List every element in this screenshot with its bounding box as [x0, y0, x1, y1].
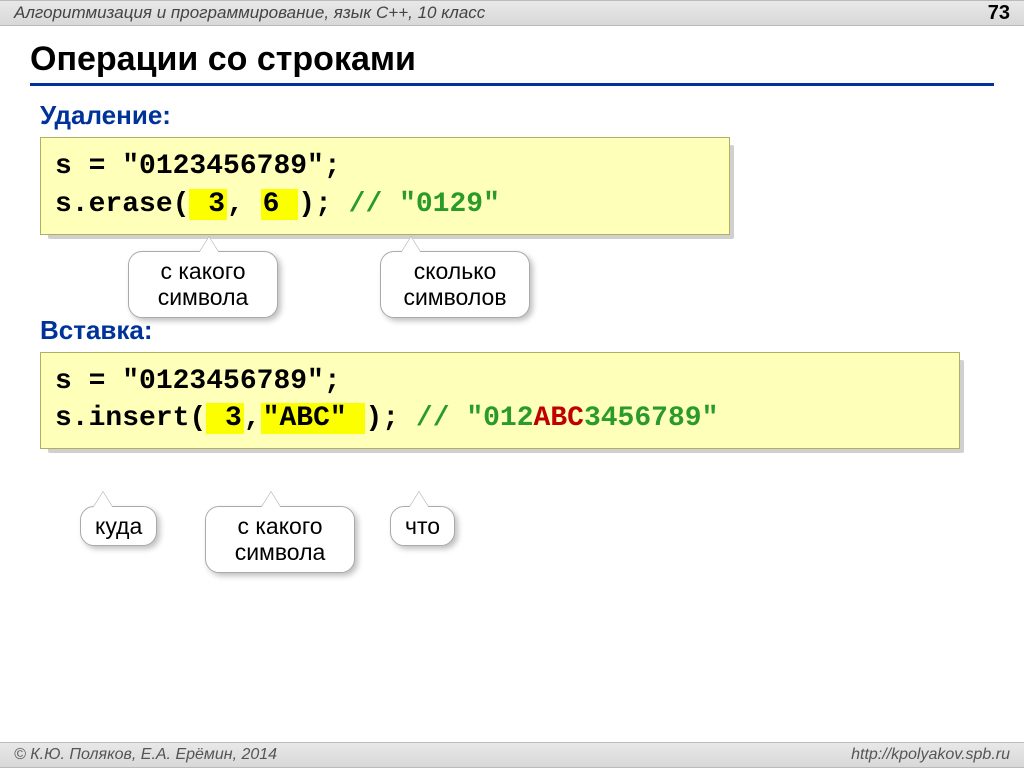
code-text: , [244, 403, 261, 434]
page-title: Операции со строками [30, 40, 994, 86]
callout-text: сколько символов [403, 258, 506, 310]
comment-part: // "012 [416, 403, 534, 434]
callout-from-which-char2: с какого символа [205, 506, 355, 573]
callout-text: куда [95, 513, 142, 539]
code-text: ; [324, 151, 341, 182]
codebox1-wrap: s = "0123456789"; s.erase( 3, 6 ); // "0… [40, 137, 730, 235]
code-text: s.insert( [55, 403, 206, 434]
comment-part: 3456789" [584, 403, 718, 434]
code-comment: // "0129" [349, 189, 500, 220]
callout-text: с какого символа [235, 513, 326, 565]
code-text: ); [365, 403, 415, 434]
subject-title: Алгоритмизация и программирование, язык … [14, 3, 485, 23]
code-text: s = [55, 151, 122, 182]
code-text: , [227, 189, 261, 220]
section1-label: Удаление: [40, 100, 994, 131]
footer-right: http://kpolyakov.spb.ru [851, 746, 1010, 764]
codebox2: s = "0123456789"; s.insert( 3,"ABC" ); /… [40, 352, 960, 450]
comment-red: ABC [534, 403, 584, 434]
callout-text: что [405, 513, 440, 539]
string-literal: "0123456789" [122, 366, 324, 397]
footer-left: © К.Ю. Поляков, Е.А. Ерёмин, 2014 [14, 746, 277, 764]
callout-what: что [390, 506, 455, 546]
page-number: 73 [988, 2, 1010, 25]
header-bar: Алгоритмизация и программирование, язык … [0, 0, 1024, 26]
code-text: ); [298, 189, 348, 220]
code-text: s.erase( [55, 189, 189, 220]
code1-line1: s = "0123456789"; [55, 148, 715, 186]
code1-line2: s.erase( 3, 6 ); // "0129" [55, 186, 715, 224]
codebox1: s = "0123456789"; s.erase( 3, 6 ); // "0… [40, 137, 730, 235]
code-comment: // "012ABC3456789" [416, 403, 718, 434]
callout-where: куда [80, 506, 157, 546]
highlight-arg2: "ABC" [261, 403, 366, 434]
callout-from-which-char: с какого символа [128, 251, 278, 318]
highlight-arg2: 6 [261, 189, 299, 220]
slide-content: Операции со строками Удаление: s = "0123… [0, 26, 1024, 449]
callout-how-many-chars: сколько символов [380, 251, 530, 318]
footer-bar: © К.Ю. Поляков, Е.А. Ерёмин, 2014 http:/… [0, 742, 1024, 768]
code2-line1: s = "0123456789"; [55, 363, 945, 401]
code-text: s = [55, 366, 122, 397]
code2-line2: s.insert( 3,"ABC" ); // "012ABC3456789" [55, 400, 945, 438]
highlight-arg1: 3 [189, 189, 227, 220]
code-text: ; [324, 366, 341, 397]
section2-label: Вставка: [40, 315, 994, 346]
callout-text: с какого символа [158, 258, 249, 310]
string-literal: "0123456789" [122, 151, 324, 182]
codebox2-wrap: s = "0123456789"; s.insert( 3,"ABC" ); /… [40, 352, 960, 450]
highlight-arg1: 3 [206, 403, 244, 434]
